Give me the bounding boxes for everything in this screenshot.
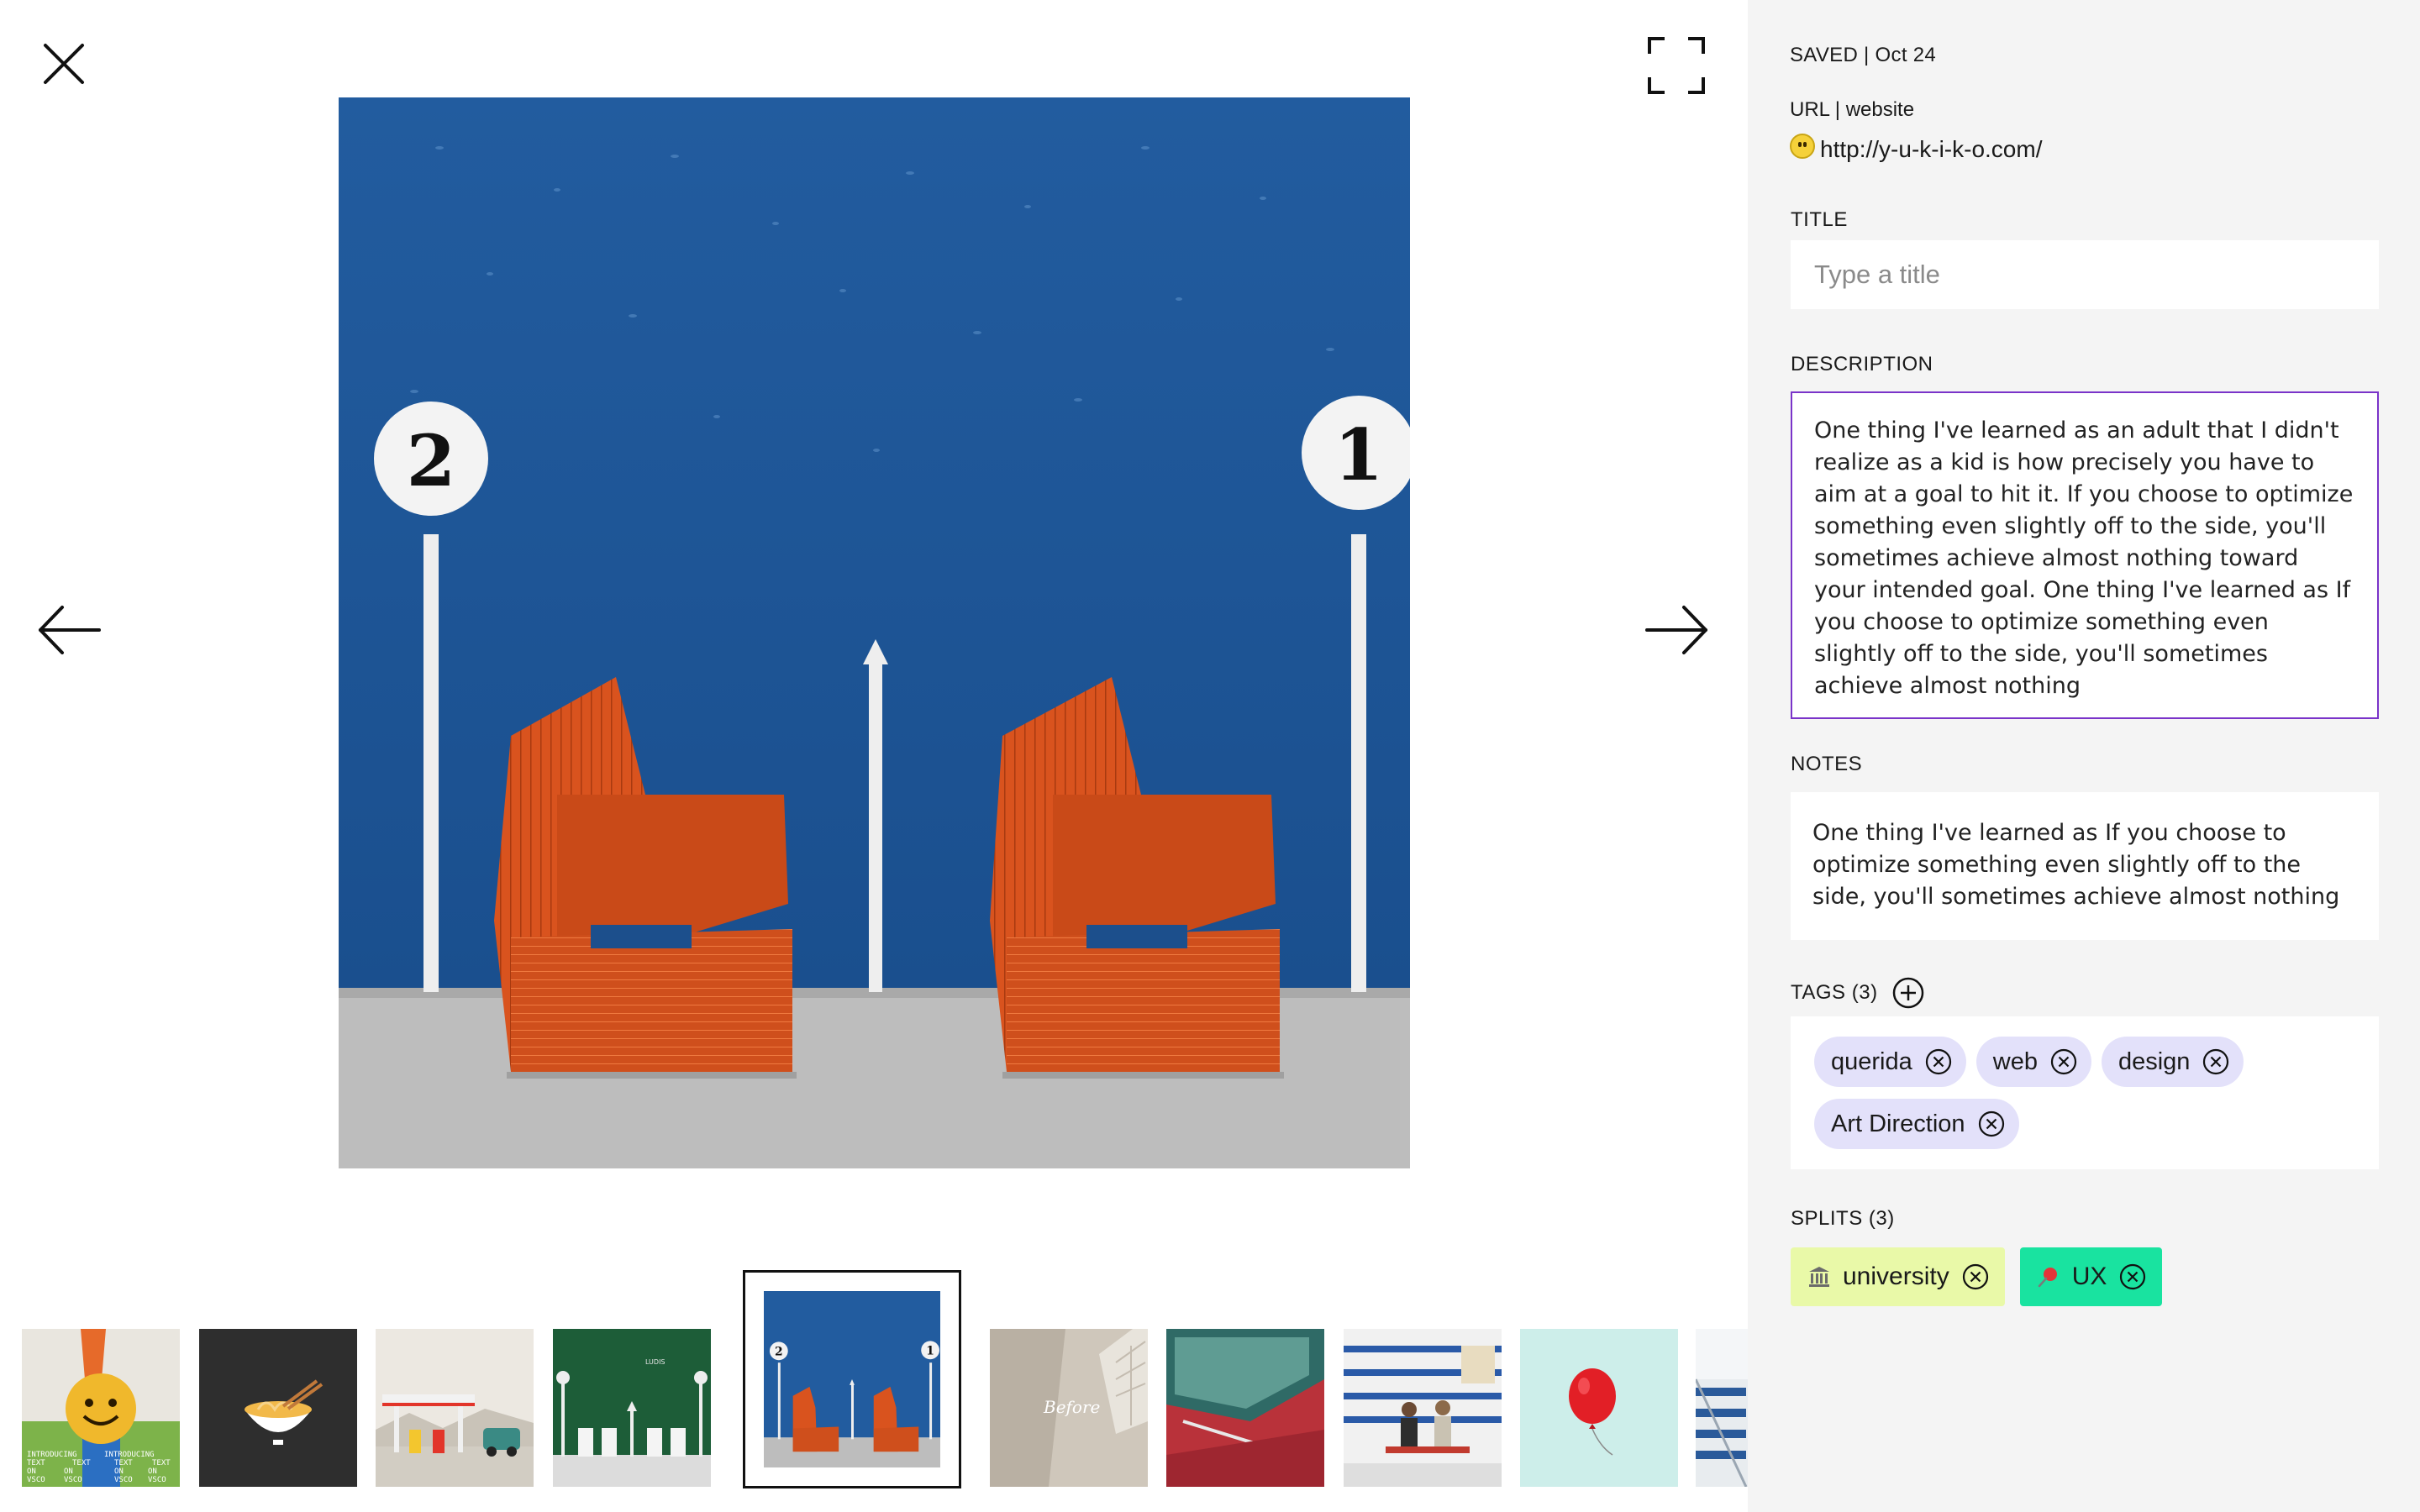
tag-chip[interactable]: Art Direction xyxy=(1814,1099,2019,1149)
smiley-favicon-icon xyxy=(1790,134,1815,159)
title-label: TITLE xyxy=(1791,208,1848,231)
remove-split-button[interactable] xyxy=(2118,1263,2147,1291)
title-input[interactable] xyxy=(1791,240,2379,309)
url-link[interactable]: http://y-u-k-i-k-o.com/ xyxy=(1820,136,2042,163)
url-label: URL | website xyxy=(1790,98,1915,121)
thumb-text-4: TEXT xyxy=(72,1459,91,1467)
previous-button[interactable] xyxy=(34,601,109,659)
thumb-active-number-right: 1 xyxy=(926,1344,934,1357)
notes-textarea[interactable]: One thing I've learned as If you choose … xyxy=(1791,792,2379,940)
add-tag-button[interactable] xyxy=(1891,976,1925,1010)
tag-label: web xyxy=(1992,1047,2038,1075)
thumb-text-10: ON xyxy=(148,1467,157,1476)
close-icon xyxy=(44,44,84,84)
close-circle-icon xyxy=(1925,1048,1951,1075)
main-image-number-left: 2 xyxy=(407,419,455,502)
thumbnail-building[interactable] xyxy=(1696,1329,1748,1487)
details-panel: SAVED | Oct 24 URL | website http://y-u-… xyxy=(1748,0,2420,1512)
thumbnail-green-wall-chairs[interactable]: LUDIS xyxy=(553,1329,711,1487)
saved-date: SAVED | Oct 24 xyxy=(1790,44,1937,66)
filmstrip: INTRODUCING INTRODUCING TEXT TEXT TEXT T… xyxy=(0,1268,1748,1512)
thumb-text-8: ON xyxy=(64,1467,73,1476)
thumbnail-balloon[interactable] xyxy=(1520,1329,1678,1487)
bank-icon xyxy=(1807,1265,1831,1289)
thumbnail-red-car[interactable] xyxy=(1166,1329,1324,1487)
tag-label: querida xyxy=(1831,1047,1912,1075)
tags-label: TAGS (3) xyxy=(1791,981,1878,1004)
thumb-text-12: VSCO xyxy=(64,1476,82,1484)
close-circle-icon xyxy=(1962,1263,1988,1290)
close-circle-icon xyxy=(2050,1048,2077,1075)
thumb-text-13: VSCO xyxy=(114,1476,133,1484)
close-button[interactable] xyxy=(34,34,94,94)
thumb-text-1: INTRODUCING xyxy=(27,1451,77,1459)
thumbnail-noodle-bowl[interactable] xyxy=(199,1329,357,1487)
thumb-text-5: TEXT xyxy=(114,1459,133,1467)
pushpin-icon xyxy=(2037,1265,2060,1289)
thumbnail-blue-wall-chairs[interactable]: 2 1 xyxy=(743,1270,961,1488)
split-chip-university[interactable]: university xyxy=(1791,1247,2005,1306)
thumb-text-7: ON xyxy=(27,1467,36,1476)
close-circle-icon xyxy=(2120,1263,2146,1290)
tag-chip[interactable]: web xyxy=(1975,1037,2091,1087)
close-circle-icon xyxy=(1978,1110,2004,1137)
url-row[interactable]: http://y-u-k-i-k-o.com/ xyxy=(1790,134,2042,163)
next-button[interactable] xyxy=(1639,601,1714,659)
tag-chip[interactable]: design xyxy=(2101,1037,2244,1087)
thumb-text-2: INTRODUCING xyxy=(104,1451,155,1459)
thumbnail-before-room[interactable]: Before xyxy=(990,1329,1148,1487)
thumbnail-smiley-ball[interactable]: INTRODUCING INTRODUCING TEXT TEXT TEXT T… xyxy=(22,1329,180,1487)
tags-header: TAGS (3) xyxy=(1791,976,1925,1010)
thumbnail-gas-station[interactable] xyxy=(376,1329,534,1487)
remove-tag-button[interactable] xyxy=(1924,1047,1953,1076)
thumb-before-caption: Before xyxy=(1043,1397,1100,1417)
remove-tag-button[interactable] xyxy=(1977,1110,2006,1138)
split-label: UX xyxy=(2071,1263,2107,1290)
thumb-green-caption: LUDIS xyxy=(645,1358,666,1366)
tag-label: design xyxy=(2118,1047,2191,1075)
main-image-number-right: 1 xyxy=(1334,413,1383,496)
notes-label: NOTES xyxy=(1791,753,1863,775)
description-label: DESCRIPTION xyxy=(1791,353,1933,375)
tag-label: Art Direction xyxy=(1831,1110,1965,1137)
thumb-text-9: ON xyxy=(114,1467,124,1476)
thumb-text-3: TEXT xyxy=(27,1459,45,1467)
tags-list: querida web design Art Direction xyxy=(1791,1016,2379,1169)
arrow-left-icon xyxy=(39,606,101,654)
remove-tag-button[interactable] xyxy=(2049,1047,2078,1076)
thumb-text-11: VSCO xyxy=(27,1476,45,1484)
main-image: 2 1 xyxy=(339,97,1410,1168)
split-chip-ux[interactable]: UX xyxy=(2019,1247,2163,1306)
thumb-active-number-left: 2 xyxy=(775,1345,783,1358)
fullscreen-icon xyxy=(1648,37,1705,94)
tag-chip[interactable]: querida xyxy=(1814,1037,1966,1087)
arrow-right-icon xyxy=(1645,606,1707,654)
fullscreen-button[interactable] xyxy=(1643,32,1710,99)
thumb-text-6: TEXT xyxy=(152,1459,171,1467)
close-circle-icon xyxy=(2203,1048,2229,1075)
thumb-text-14: VSCO xyxy=(148,1476,166,1484)
splits-label: SPLITS (3) xyxy=(1791,1207,1895,1230)
remove-tag-button[interactable] xyxy=(2202,1047,2230,1076)
remove-split-button[interactable] xyxy=(1961,1263,1990,1291)
plus-circle-icon xyxy=(1892,977,1923,1009)
split-label: university xyxy=(1843,1263,1949,1290)
description-textarea[interactable]: One thing I've learned as an adult that … xyxy=(1791,391,2379,719)
splits-list: university UX xyxy=(1791,1247,2163,1306)
image-viewer: 2 1 INTRODUCING INTRODUCING TEXT TEXT TE… xyxy=(0,0,1748,1512)
thumbnail-people-bench[interactable] xyxy=(1344,1329,1502,1487)
